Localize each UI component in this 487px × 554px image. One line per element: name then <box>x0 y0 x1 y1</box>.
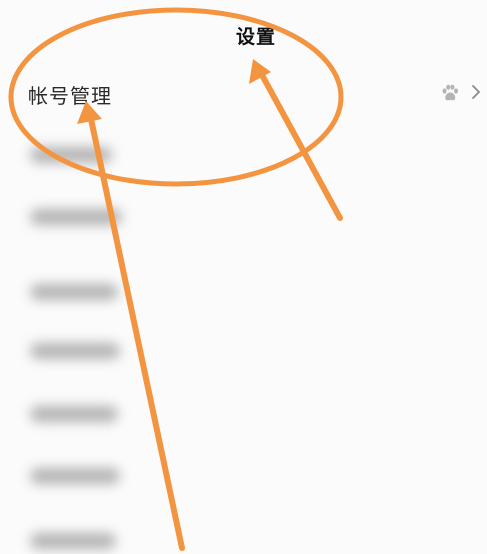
blurred-list-item <box>30 209 122 225</box>
settings-item-label: 帐号管理 <box>28 84 112 108</box>
blurred-list-item <box>30 468 120 484</box>
paw-icon <box>442 84 458 101</box>
settings-item-account-management[interactable]: 帐号管理 <box>0 70 487 116</box>
blurred-list-item <box>30 284 118 300</box>
blurred-list-item <box>30 406 118 422</box>
blurred-list-item <box>30 147 112 163</box>
blurred-list-item <box>30 343 120 359</box>
settings-screen: 设置 帐号管理 <box>0 0 487 554</box>
blurred-list-item <box>30 533 116 549</box>
chevron-right-icon <box>472 85 480 99</box>
page-title: 设置 <box>235 26 276 48</box>
